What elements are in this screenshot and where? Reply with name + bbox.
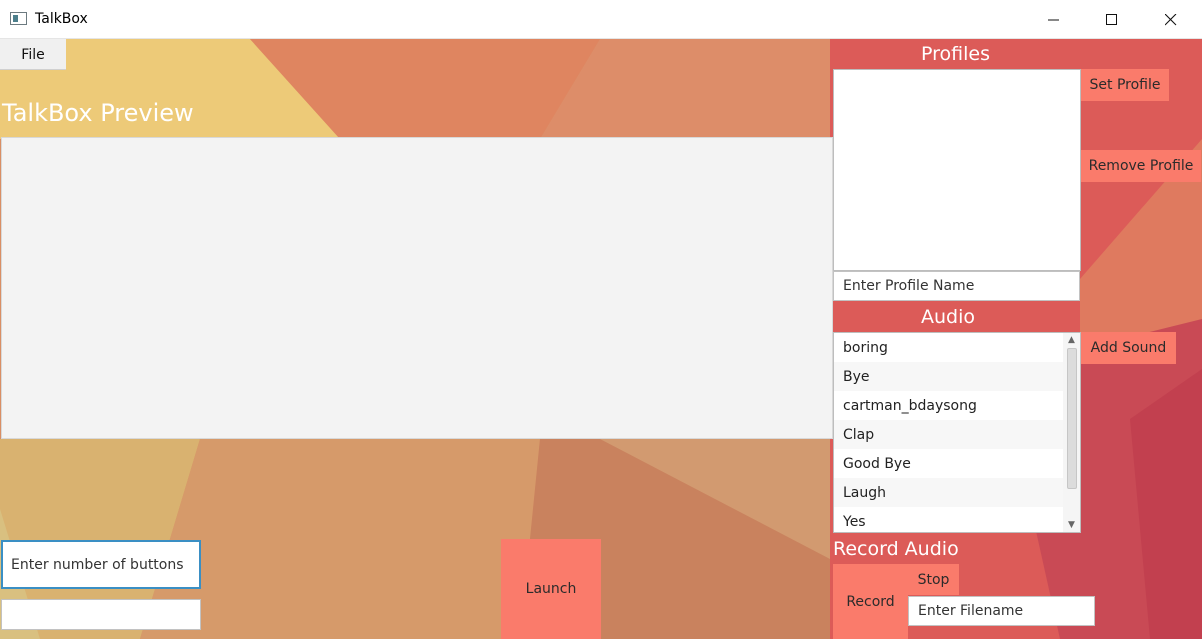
profiles-list[interactable]	[833, 69, 1081, 271]
stop-button[interactable]: Stop	[908, 564, 959, 595]
audio-item[interactable]: Bye	[834, 362, 1063, 391]
app-icon	[10, 12, 27, 25]
minimize-button[interactable]	[1025, 0, 1083, 39]
audio-item[interactable]: cartman_bdaysong	[834, 391, 1063, 420]
close-button[interactable]	[1142, 0, 1200, 39]
add-sound-button[interactable]: Add Sound	[1081, 332, 1176, 364]
scroll-thumb[interactable]	[1067, 348, 1077, 489]
preview-title: TalkBox Preview	[2, 99, 194, 127]
audio-item[interactable]: boring	[834, 333, 1063, 362]
audio-scrollbar[interactable]: ▲ ▼	[1063, 333, 1080, 532]
minimize-icon	[1048, 19, 1059, 20]
remove-profile-button[interactable]: Remove Profile	[1081, 150, 1201, 182]
audio-item[interactable]: Laugh	[834, 478, 1063, 507]
audio-item[interactable]: Clap	[834, 420, 1063, 449]
scroll-up-icon[interactable]: ▲	[1063, 333, 1080, 347]
file-menu[interactable]: File	[0, 39, 66, 70]
launch-button[interactable]: Launch	[501, 539, 601, 639]
profiles-title: Profiles	[921, 43, 990, 65]
set-profile-button[interactable]: Set Profile	[1081, 69, 1169, 101]
audio-list[interactable]: boring Bye cartman_bdaysong Clap Good By…	[833, 332, 1081, 533]
audio-item[interactable]: Good Bye	[834, 449, 1063, 478]
profile-name-input[interactable]	[833, 271, 1080, 301]
maximize-button[interactable]	[1083, 0, 1141, 39]
maximize-icon	[1106, 13, 1117, 25]
title-bar: TalkBox	[0, 0, 1202, 39]
app-window: TalkBox File TalkBox Preview Profiles Se…	[0, 0, 1202, 639]
scroll-down-icon[interactable]: ▼	[1063, 518, 1080, 532]
preview-panel	[1, 137, 833, 439]
main-content: File TalkBox Preview Profiles Set Profil…	[0, 39, 1202, 639]
audio-item[interactable]: Yes	[834, 507, 1063, 532]
audio-title: Audio	[921, 306, 976, 328]
record-audio-title: Record Audio	[833, 538, 959, 560]
window-title: TalkBox	[35, 11, 88, 27]
button-count-input[interactable]	[1, 540, 201, 589]
menu-bar: File	[0, 39, 66, 70]
close-icon	[1165, 13, 1177, 25]
filename-input[interactable]	[908, 596, 1095, 626]
record-button[interactable]: Record	[833, 564, 908, 639]
secondary-input[interactable]	[1, 599, 201, 630]
